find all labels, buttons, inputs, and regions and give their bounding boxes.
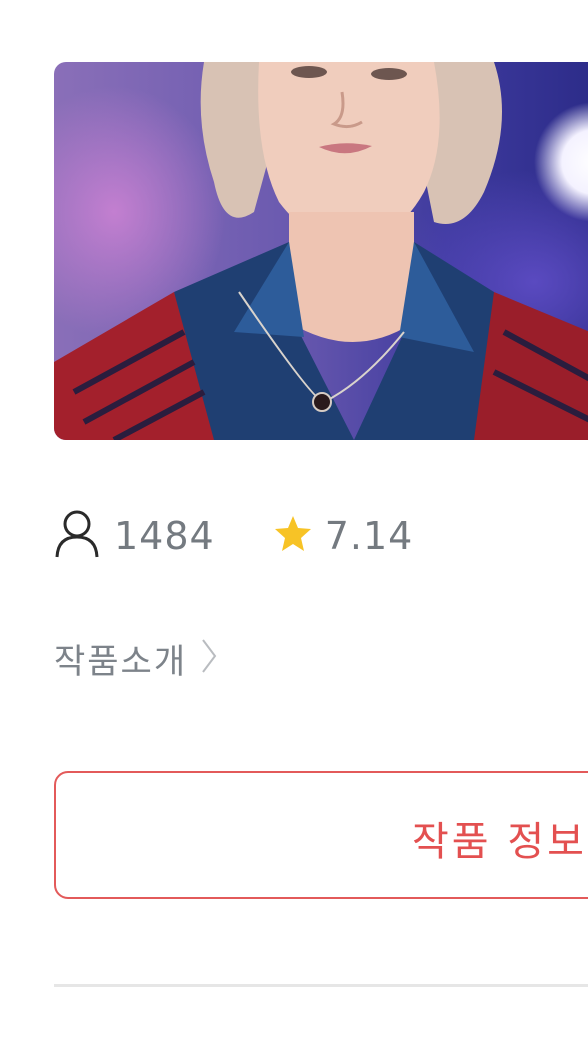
work-intro-link[interactable]: 작품소개 [54,632,219,684]
cover-image[interactable] [54,62,588,440]
work-detail-page: 1484 7.14 작품소개 작품 정보 [0,0,588,1045]
chevron-right-icon [187,636,219,680]
cover-photo-illustration [54,62,588,440]
views-stat: 1484 [54,509,215,563]
rating-stat: 7.14 [273,514,414,558]
work-info-button[interactable]: 작품 정보 [54,771,588,899]
rating-score: 7.14 [324,514,414,558]
work-info-button-label: 작품 정보 [412,819,587,865]
person-icon [54,509,114,563]
divider [54,984,588,987]
views-count: 1484 [114,514,215,558]
work-intro-label: 작품소개 [54,641,188,682]
stats-row: 1484 7.14 [54,508,413,564]
star-icon [273,514,325,558]
